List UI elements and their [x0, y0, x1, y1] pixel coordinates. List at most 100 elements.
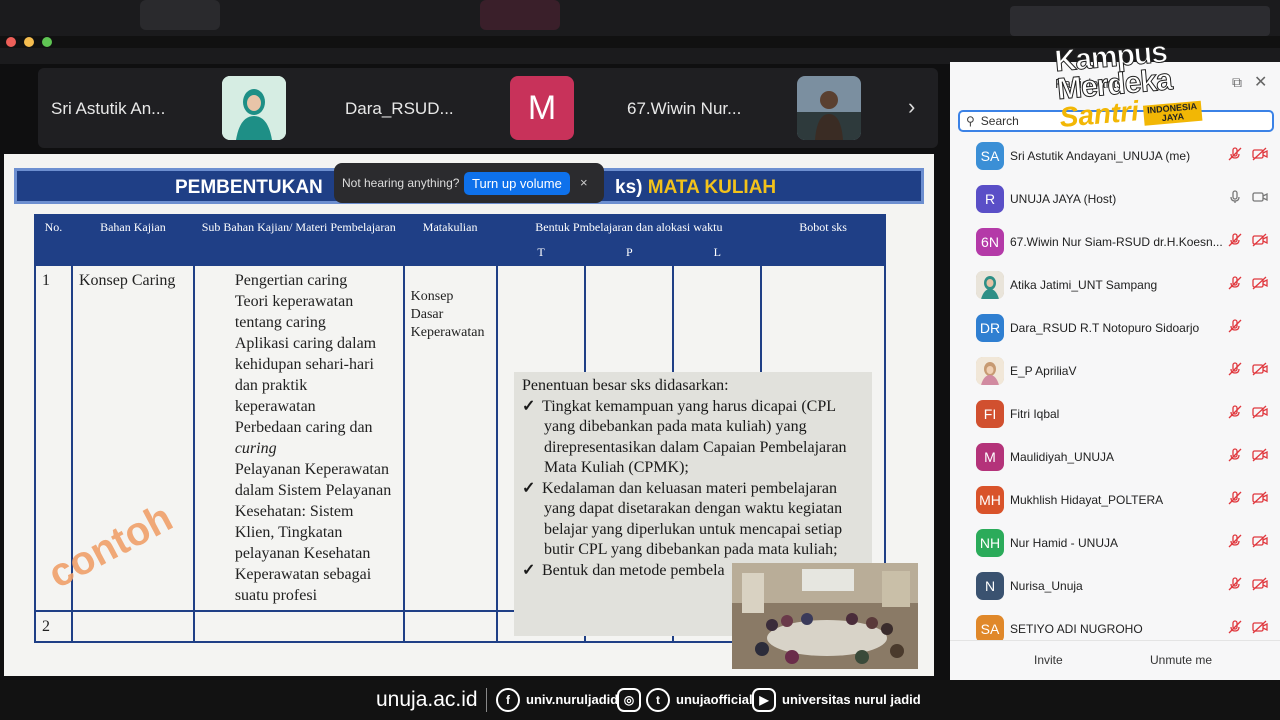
mic-muted-icon[interactable] [1228, 233, 1242, 250]
participant-row[interactable]: DR Dara_RSUD R.T Notopuro Sidoarjo [950, 307, 1280, 350]
avatar: FI [976, 400, 1004, 428]
search-icon: ⚲ [966, 114, 975, 128]
facebook-icon: f [496, 688, 520, 712]
invite-button[interactable]: Invite [1026, 651, 1071, 669]
mic-muted-icon[interactable] [1228, 276, 1242, 293]
camera-off-icon[interactable] [1252, 534, 1268, 551]
avatar: R [976, 185, 1004, 213]
pop-out-icon[interactable]: ⧉ [1232, 74, 1242, 91]
participant-name: Fitri Iqbal [1010, 407, 1060, 421]
participant-name: E_P ApriliaV [1010, 364, 1077, 378]
chevron-right-icon[interactable]: › [908, 94, 915, 120]
participant-row[interactable]: MH Mukhlish Hidayat_POLTERA [950, 479, 1280, 522]
mic-muted-icon[interactable] [1228, 362, 1242, 379]
blurred-tab [1010, 6, 1270, 36]
close-icon[interactable]: × [580, 175, 588, 190]
participant-row[interactable]: FI Fitri Iqbal [950, 393, 1280, 436]
participant-avatar[interactable]: M [510, 76, 574, 140]
header-sub: Sub Bahan Kajian/ Materi Pembelajaran [192, 214, 405, 266]
header-p: P [584, 239, 675, 266]
camera-off-icon[interactable] [1252, 491, 1268, 508]
participant-name: Mukhlish Hidayat_POLTERA [1010, 493, 1164, 507]
mic-muted-icon[interactable] [1228, 319, 1242, 336]
avatar: MH [976, 486, 1004, 514]
participant-name: Maulidiyah_UNUJA [1010, 450, 1115, 464]
row2-no: 2 [34, 610, 73, 643]
avatar: DR [976, 314, 1004, 342]
unmute-me-button[interactable]: Unmute me [1142, 651, 1220, 669]
participant-name: UNUJA JAYA (Host) [1010, 192, 1117, 206]
participant-name: SETIYO ADI NUGROHO [1010, 622, 1143, 636]
kampus-merdeka-logo: Kampus Merdeka Santri INDONESIA JAYA [1053, 35, 1203, 133]
avatar [976, 271, 1004, 299]
branding-footer: unuja.ac.id f univ.nuruljadid ◎ t unujao… [0, 680, 1280, 720]
twitter-icon: t [646, 688, 670, 712]
avatar: N [976, 572, 1004, 600]
mic-muted-icon[interactable] [1228, 620, 1242, 637]
mic-icon[interactable] [1228, 190, 1242, 207]
camera-off-icon[interactable] [1252, 448, 1268, 465]
minimize-window-icon[interactable] [24, 37, 34, 47]
row1-sub: Pengertian caring Teori keperawatan tent… [192, 264, 405, 612]
mic-muted-icon[interactable] [1228, 147, 1242, 164]
maximize-window-icon[interactable] [42, 37, 52, 47]
blurred-tab [140, 0, 220, 30]
participant-photo[interactable] [797, 76, 861, 140]
blurred-tab [480, 0, 560, 30]
footer-site: unuja.ac.id [376, 688, 478, 711]
participant-name: Nur Hamid - UNUJA [1010, 536, 1119, 550]
close-window-icon[interactable] [6, 37, 16, 47]
video-strip: Sri Astutik An... Dara_RSUD... M 67.Wiwi… [38, 68, 938, 148]
note-heading: Penentuan besar sks didasarkan: [522, 377, 729, 394]
mic-muted-icon[interactable] [1228, 534, 1242, 551]
mic-muted-icon[interactable] [1228, 491, 1242, 508]
footer-facebook: univ.nuruljadid [526, 692, 619, 707]
avatar: 6N [976, 228, 1004, 256]
panel-footer: Invite Unmute me [950, 640, 1280, 680]
participants-panel: Participants ⧉ ✕ ⚲ Search SA Sri Astutik A… [950, 62, 1280, 680]
camera-off-icon[interactable] [1252, 405, 1268, 422]
tile-name: Sri Astutik An... [51, 99, 166, 118]
participant-row[interactable]: N Nurisa_Unuja [950, 565, 1280, 608]
header-l: L [672, 239, 763, 266]
turn-up-volume-button[interactable]: Turn up volume [464, 172, 570, 195]
camera-off-icon[interactable] [1252, 577, 1268, 594]
participant-name: 67.Wiwin Nur Siam-RSUD dr.H.Koesn... [1010, 235, 1223, 249]
camera-off-icon[interactable] [1252, 620, 1268, 637]
mic-muted-icon[interactable] [1228, 448, 1242, 465]
participant-name: Nurisa_Unuja [1010, 579, 1083, 593]
camera-off-icon[interactable] [1252, 276, 1268, 293]
participant-row[interactable]: NH Nur Hamid - UNUJA [950, 522, 1280, 565]
header-matakuliah: Matakulian [402, 214, 498, 266]
avatar [976, 357, 1004, 385]
participant-row[interactable]: 6N 67.Wiwin Nur Siam-RSUD dr.H.Koesn... [950, 221, 1280, 264]
window-controls [6, 37, 52, 47]
participant-name: Atika Jatimi_UNT Sampang [1010, 278, 1158, 292]
footer-social: unujaofficial [676, 692, 753, 707]
close-icon[interactable]: ✕ [1254, 72, 1267, 92]
youtube-icon: ▶ [752, 688, 776, 712]
avatar: SA [976, 142, 1004, 170]
participant-row[interactable]: E_P ApriliaV [950, 350, 1280, 393]
avatar: NH [976, 529, 1004, 557]
header-bahan: Bahan Kajian [70, 214, 195, 266]
room-video-feed [732, 563, 918, 669]
camera-off-icon[interactable] [1252, 233, 1268, 250]
avatar: SA [976, 615, 1004, 643]
participant-row[interactable]: SA Sri Astutik Andayani_UNUJA (me) [950, 135, 1280, 178]
participant-row[interactable]: R UNUJA JAYA (Host) [950, 178, 1280, 221]
participant-photo[interactable] [222, 76, 286, 140]
camera-off-icon[interactable] [1252, 362, 1268, 379]
header-t: T [495, 239, 587, 266]
tile-name: 67.Wiwin Nur... [627, 99, 742, 118]
participant-row[interactable]: Atika Jatimi_UNT Sampang [950, 264, 1280, 307]
header-bentuk: Bentuk Pmbelajaran dan alokasi waktu [495, 214, 763, 241]
instagram-icon: ◎ [617, 688, 641, 712]
camera-icon[interactable] [1252, 190, 1268, 207]
mic-muted-icon[interactable] [1228, 577, 1242, 594]
mic-muted-icon[interactable] [1228, 405, 1242, 422]
participant-row[interactable]: M Maulidiyah_UNUJA [950, 436, 1280, 479]
slide-title-right: ks) MATA KULIAH [615, 177, 777, 198]
camera-off-icon[interactable] [1252, 147, 1268, 164]
audio-toast: Not hearing anything? Turn up volume × [334, 163, 604, 203]
